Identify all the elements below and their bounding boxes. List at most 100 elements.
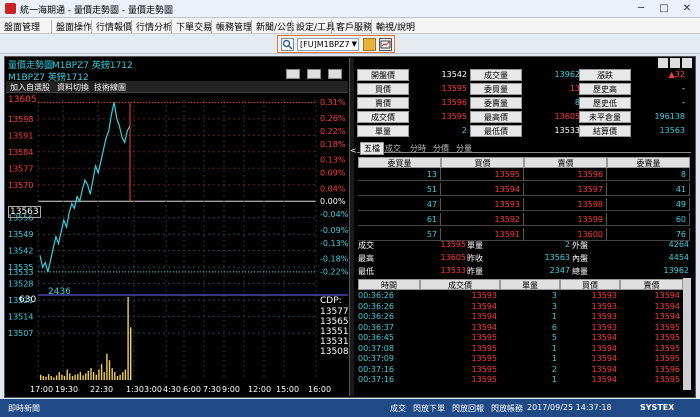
- pct-tick-label: 0.22%: [320, 127, 346, 136]
- menu-item-analysis[interactable]: 行情分析: [131, 20, 172, 33]
- volume-bar: [53, 377, 55, 380]
- volume-bar: [87, 370, 89, 380]
- volume-bar: [61, 374, 63, 380]
- order-book-header: 賣價: [524, 157, 607, 168]
- quote-value-last: 13595: [441, 112, 467, 121]
- tab-data-switch[interactable]: 資料切換: [57, 82, 89, 93]
- tab-five-levels[interactable]: 五檔: [360, 142, 384, 155]
- menu-item-help[interactable]: 輸視/說明: [371, 20, 415, 33]
- trade-cell: 2: [551, 364, 557, 374]
- tab-time[interactable]: 分時: [410, 143, 426, 154]
- status-datetime: 2017/09/25 14:37:18: [527, 403, 612, 412]
- summary-cell: 內盤: [572, 254, 588, 263]
- trade-header: 單量: [500, 279, 560, 290]
- trade-cell: 13594: [654, 291, 680, 300]
- chart-icon[interactable]: [379, 38, 392, 51]
- tab-tech-chart[interactable]: 技術線圖: [94, 82, 126, 93]
- chart-tool-icon[interactable]: [286, 69, 300, 79]
- tab-trades[interactable]: 成交: [385, 143, 401, 154]
- order-book-cell: 13593: [441, 198, 524, 211]
- trade-header: 時間: [358, 279, 420, 290]
- status-account[interactable]: 閃放帳務: [491, 403, 523, 414]
- live-news-button[interactable]: 即時新聞: [8, 403, 40, 414]
- order-book-cell: 49: [607, 198, 690, 211]
- price-tick-label: 13591: [8, 131, 33, 140]
- symbol-select[interactable]: [FU]M1BPZ7 ▼: [297, 38, 359, 51]
- status-report[interactable]: 閃放回報: [452, 403, 484, 414]
- quote-label: 委賣量: [470, 97, 522, 109]
- price-tick-label: 13533: [8, 268, 33, 277]
- panel-splitter[interactable]: [349, 58, 354, 396]
- minimize-button[interactable]: ─: [630, 1, 652, 16]
- chart-background: [6, 94, 348, 396]
- summary-cell: 13605: [440, 253, 466, 262]
- volume-label: 2436: [48, 287, 71, 297]
- trade-header: 賣價: [620, 279, 683, 290]
- volume-bar: [116, 376, 119, 380]
- volume-bar: [103, 372, 105, 380]
- volume-bar: [108, 360, 111, 380]
- volume-bar: [90, 368, 92, 380]
- menu-item-panel-operate[interactable]: 盤面操作: [51, 20, 92, 33]
- menu-item-panel-manage[interactable]: 盤面管理: [4, 20, 40, 33]
- trade-cell: 13594: [471, 301, 497, 311]
- tab-add-watchlist[interactable]: 加入自選股: [10, 82, 50, 93]
- pct-tick-label: 0.13%: [320, 156, 346, 165]
- trade-cell: 00:36:26: [358, 291, 394, 300]
- quote-label: 成交量: [470, 69, 522, 81]
- order-book-cell: 13597: [524, 183, 607, 196]
- quote-value-single-vol: 2: [461, 126, 467, 135]
- menu-item-service[interactable]: 客戶服務: [331, 20, 372, 33]
- price-tick-label: 13514: [8, 313, 33, 322]
- maximize-button[interactable]: □: [653, 1, 675, 16]
- trade-cell: 00:36:37: [358, 322, 394, 332]
- search-icon[interactable]: [281, 38, 294, 51]
- order-book-cell: 13599: [524, 213, 607, 226]
- trade-scrollbar[interactable]: [683, 278, 691, 390]
- trade-cell: 3: [551, 301, 557, 311]
- menu-item-quotes[interactable]: 行情報價: [91, 20, 132, 33]
- export-icon[interactable]: [328, 69, 342, 79]
- order-book-cell: 60: [607, 213, 690, 226]
- close-panel-icon[interactable]: [682, 58, 692, 68]
- volume-bar: [55, 375, 58, 380]
- collapse-icon[interactable]: <: [350, 146, 357, 155]
- quote-value-ask: 13596: [441, 98, 467, 107]
- trash-icon[interactable]: [307, 69, 321, 79]
- time-tick-label: 9:00: [222, 385, 240, 394]
- volume-bar: [58, 372, 60, 380]
- menu-item-order[interactable]: 下單交易: [171, 20, 212, 33]
- chevron-down-icon: ▼: [351, 40, 357, 48]
- order-book-header: 買價: [441, 157, 524, 168]
- menu-item-settings[interactable]: 設定/工具: [291, 20, 335, 33]
- trade-cell: 13594: [591, 354, 617, 363]
- price-tick-label: 13605: [8, 95, 37, 105]
- trade-cell: 13593: [471, 291, 497, 300]
- quote-value-settle: 13563: [659, 126, 685, 135]
- quote-label: 歷史高: [579, 83, 631, 95]
- time-tick-label: 15:00: [276, 385, 299, 394]
- lock-icon[interactable]: [363, 38, 376, 51]
- cdp-value: 13577: [320, 307, 349, 317]
- volume-bar: [69, 373, 71, 380]
- summary-cell: 13595: [440, 240, 466, 249]
- pct-tick-label: -0.13%: [320, 239, 348, 248]
- trade-cell: 3: [551, 291, 557, 300]
- menu-item-news[interactable]: 新聞/公告: [251, 20, 295, 33]
- status-trade[interactable]: 成交: [390, 403, 406, 414]
- summary-cell: 13962: [663, 266, 689, 275]
- tab-volume[interactable]: 分量: [456, 143, 472, 154]
- tab-price[interactable]: 分價: [433, 143, 449, 154]
- menu-item-account[interactable]: 帳務管理: [211, 20, 252, 33]
- close-button[interactable]: ✕: [676, 1, 698, 16]
- app-icon: [5, 3, 16, 14]
- volume-bar: [85, 373, 87, 380]
- volume-bar: [100, 364, 103, 380]
- cdp-label: CDP:: [320, 296, 342, 306]
- pct-tick-label: -0.18%: [320, 255, 348, 264]
- maximize-icon[interactable]: [670, 58, 680, 68]
- status-order[interactable]: 閃放下單: [413, 403, 445, 414]
- quote-value-change: ▲32: [668, 70, 685, 79]
- summary-cell: 2: [564, 240, 570, 249]
- restore-icon[interactable]: [658, 58, 668, 68]
